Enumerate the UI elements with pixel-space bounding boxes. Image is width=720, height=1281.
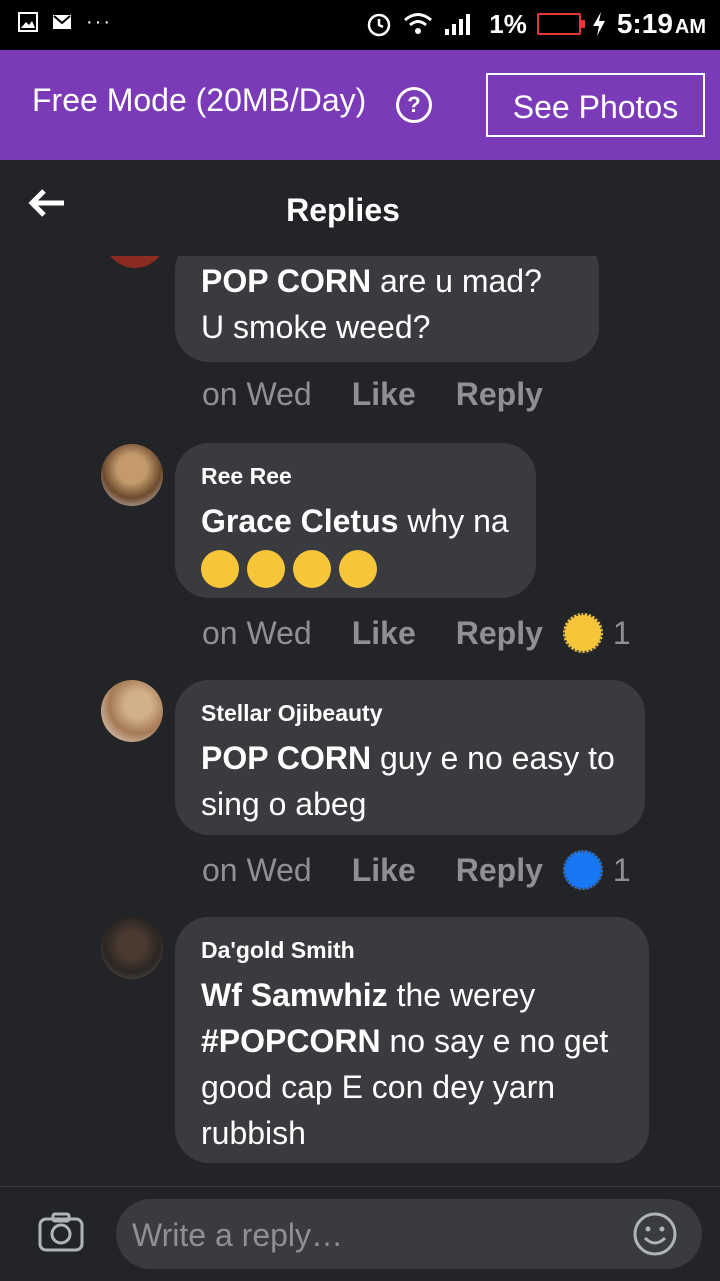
alarm-icon — [368, 13, 391, 37]
comment-bubble[interactable]: Ree Ree Grace Cletus why na — [175, 443, 536, 598]
comment-bubble[interactable]: Stellar Ojibeauty POP CORN guy e no easy… — [175, 680, 645, 835]
emoji-row — [201, 550, 510, 588]
signal-icon — [445, 14, 471, 35]
avatar[interactable] — [101, 680, 163, 742]
battery-percent: 1% — [489, 8, 527, 39]
reply-button[interactable]: Reply — [456, 852, 543, 889]
gallery-icon — [18, 12, 38, 32]
battery-icon — [536, 13, 585, 35]
reply-input[interactable]: Write a reply… — [116, 1199, 702, 1269]
tears-of-joy-emoji-icon — [339, 550, 377, 588]
replies-header: Replies — [0, 160, 720, 256]
free-mode-banner: Free Mode (20MB/Day) ? See Photos — [0, 50, 720, 160]
avatar[interactable] — [101, 917, 163, 979]
more-notifications-icon: ··· — [86, 11, 112, 33]
emoji-icon[interactable] — [632, 1211, 678, 1257]
replies-list[interactable]: POP CORN are u mad? U smoke weed? on Wed… — [0, 256, 720, 1186]
status-bar: ··· 1% 5:19 AM — [0, 0, 720, 50]
weary-face-emoji-icon — [201, 550, 239, 588]
page-title: Replies — [286, 192, 400, 228]
mention[interactable]: Wf Samwhiz — [201, 977, 388, 1013]
camera-icon[interactable] — [38, 1211, 84, 1253]
comment-actions: on Wed Like Reply — [202, 376, 563, 413]
comment-text: POP CORN are u mad? U smoke weed? — [201, 263, 542, 345]
like-reaction-icon[interactable] — [562, 850, 603, 890]
commenter-name[interactable]: Ree Ree — [201, 463, 510, 490]
help-icon[interactable]: ? — [396, 87, 432, 123]
see-photos-button[interactable]: See Photos — [486, 73, 705, 137]
reaction-count[interactable]: 1 — [613, 615, 631, 652]
tears-of-joy-emoji-icon — [247, 550, 285, 588]
tears-of-joy-emoji-icon — [293, 550, 331, 588]
wifi-icon — [404, 13, 433, 34]
clock: 5:19 AM — [616, 8, 706, 39]
like-button[interactable]: Like — [352, 852, 416, 889]
comment-text: Wf Samwhiz the werey #POPCORN no say e no… — [201, 977, 609, 1151]
timestamp: on Wed — [202, 376, 312, 412]
mention[interactable]: POP CORN — [201, 263, 371, 299]
reply-input-placeholder: Write a reply… — [132, 1217, 344, 1253]
like-button[interactable]: Like — [352, 376, 416, 413]
mail-icon — [53, 15, 71, 29]
like-button[interactable]: Like — [352, 615, 416, 652]
hashtag[interactable]: #POPCORN — [201, 1023, 381, 1059]
reply-composer: Write a reply… — [0, 1186, 720, 1281]
comment-bubble[interactable]: Da'gold Smith Wf Samwhiz the werey #POPCO… — [175, 917, 649, 1163]
comment-actions: on Wed Like Reply 1 — [202, 850, 631, 890]
commenter-name[interactable]: Stellar Ojibeauty — [201, 700, 619, 727]
reply-button[interactable]: Reply — [456, 615, 543, 652]
timestamp: on Wed — [202, 614, 312, 651]
comment-text: POP CORN guy e no easy to sing o abeg — [201, 740, 615, 822]
charging-icon — [592, 12, 605, 36]
comment-bubble[interactable]: POP CORN are u mad? U smoke weed? — [175, 256, 599, 362]
mention[interactable]: Grace Cletus — [201, 503, 398, 539]
haha-reaction-icon[interactable] — [562, 613, 603, 653]
mention[interactable]: POP CORN — [201, 740, 371, 776]
comment-actions: on Wed Like Reply 1 — [202, 613, 631, 653]
reply-button[interactable]: Reply — [456, 376, 543, 413]
free-mode-text: Free Mode (20MB/Day) — [32, 82, 367, 118]
commenter-name[interactable]: Da'gold Smith — [201, 937, 623, 964]
avatar[interactable] — [104, 256, 166, 268]
timestamp: on Wed — [202, 851, 312, 888]
comment-text: Grace Cletus why na — [201, 503, 509, 539]
avatar[interactable] — [101, 444, 163, 506]
reaction-count[interactable]: 1 — [613, 852, 631, 889]
